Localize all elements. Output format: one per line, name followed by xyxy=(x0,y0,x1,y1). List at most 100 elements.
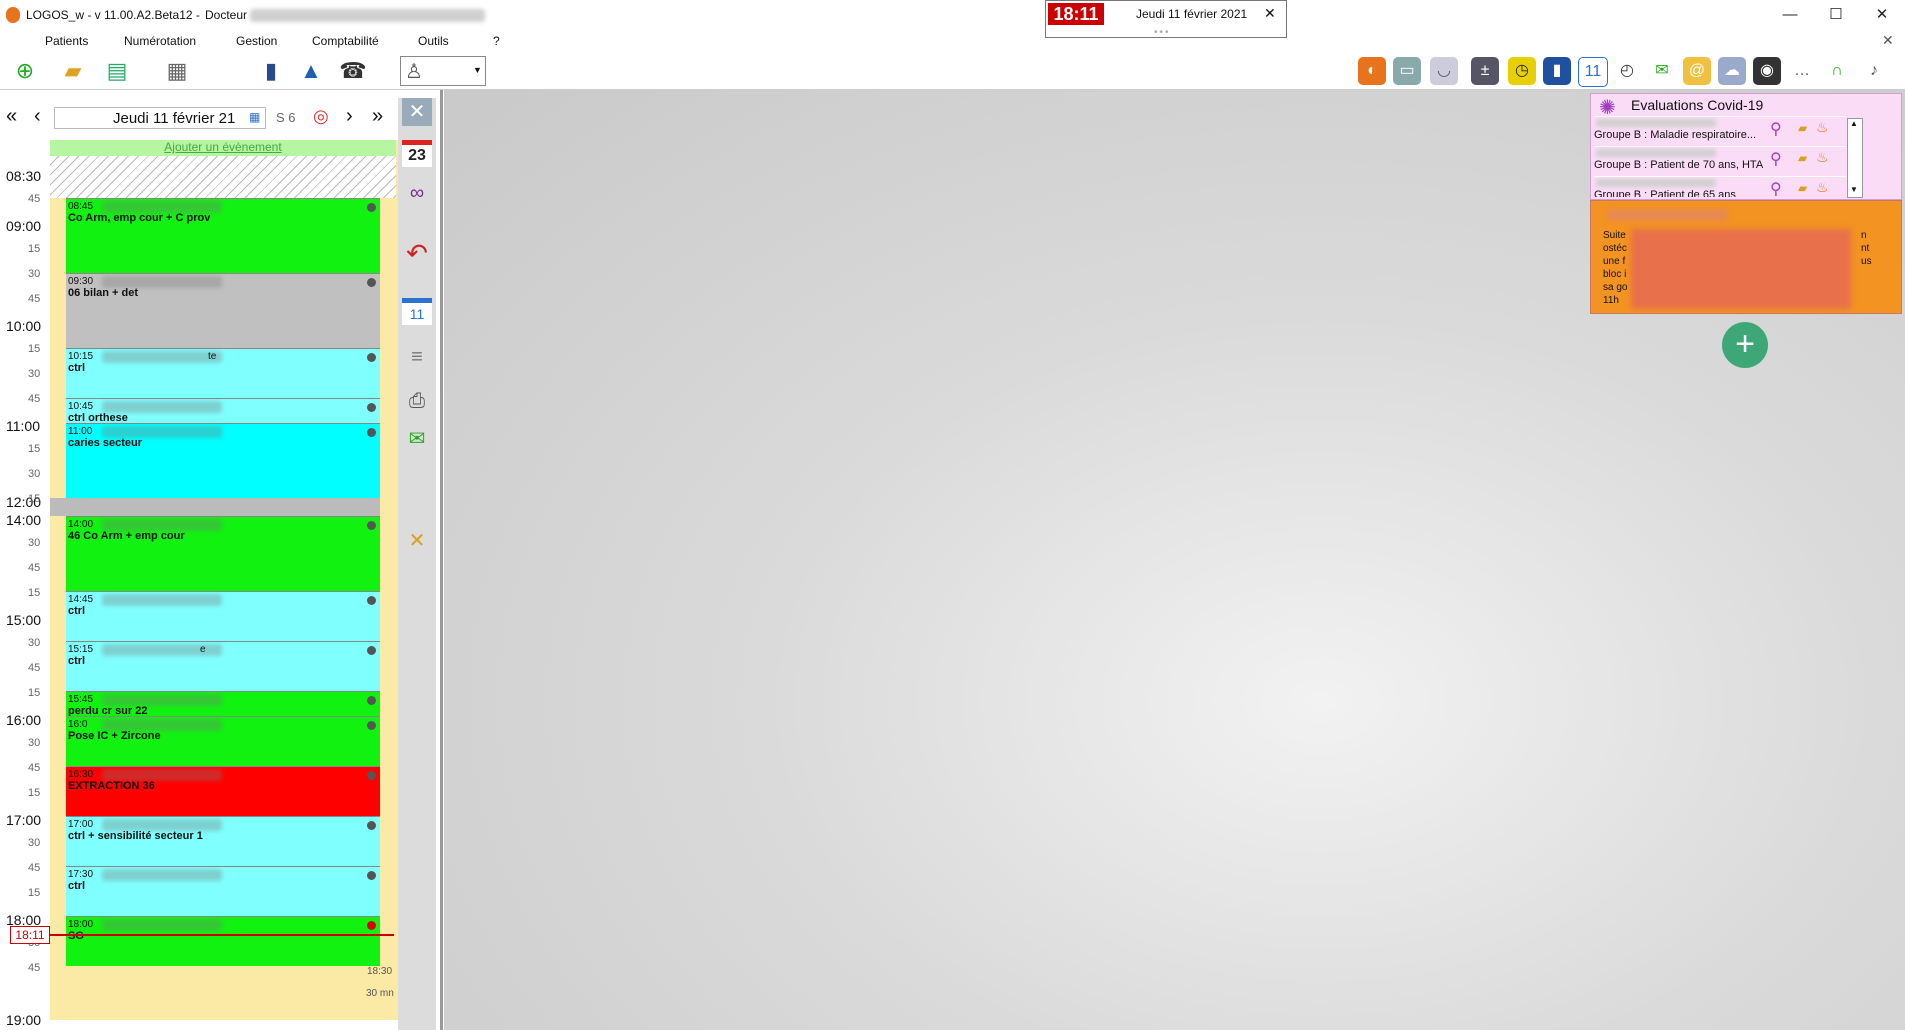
appointment-block[interactable]: 14:00 46 Co Arm + emp cour xyxy=(66,516,380,591)
date-picker-icon[interactable]: ▦ xyxy=(249,110,260,124)
quarter-label: 45 xyxy=(28,762,41,774)
appointment-block[interactable]: 10:45 ctrl orthese xyxy=(66,398,380,424)
scanner-icon[interactable]: ▭ xyxy=(1393,57,1421,85)
covid-row[interactable]: Groupe B : Patient de 65 ans ⚲ ▰ ♨ xyxy=(1594,176,1846,197)
folder-icon[interactable]: ▰ xyxy=(1798,121,1807,135)
calculator-icon[interactable]: ± xyxy=(1471,57,1499,85)
appointment-block[interactable]: 18:00 SG xyxy=(66,916,380,966)
status-dot-icon[interactable] xyxy=(367,821,376,830)
mask-icon[interactable]: ∞ xyxy=(402,178,432,208)
appointment-block[interactable]: 16:30 EXTRACTION 36 xyxy=(66,766,380,816)
appointment-block[interactable]: 17:00 ctrl + sensibilité secteur 1 xyxy=(66,816,380,866)
menu-outils[interactable]: Outils xyxy=(418,34,449,48)
chat-icon[interactable]: … xyxy=(1788,57,1816,85)
menu-gestion[interactable]: Gestion xyxy=(236,34,277,48)
xray-icon[interactable]: ◉ xyxy=(1753,57,1781,85)
covid-scrollbar[interactable]: ▲ ▼ xyxy=(1847,118,1863,198)
document-list-icon[interactable]: ▦ xyxy=(162,56,192,86)
menu-patients[interactable]: Patients xyxy=(45,34,88,48)
appointment-block[interactable]: 10:15 ctrl te xyxy=(66,348,380,398)
sms-icon[interactable]: ✉ xyxy=(1648,57,1676,85)
appointment-block[interactable]: 15:15 ctrl e xyxy=(66,641,380,691)
status-dot-icon[interactable] xyxy=(367,721,376,730)
status-dot-icon[interactable] xyxy=(367,278,376,287)
menu-numerotation[interactable]: Numérotation xyxy=(124,34,196,48)
status-dot-icon[interactable] xyxy=(367,203,376,212)
headset-icon[interactable]: ∩ xyxy=(1823,57,1851,85)
magnifier-icon[interactable]: ⚲ xyxy=(1770,179,1782,197)
appointment-label: EXTRACTION 36 xyxy=(68,780,155,792)
add-event-link[interactable]: Ajouter un évènement xyxy=(50,140,396,156)
folder-icon[interactable]: ▰ xyxy=(1798,181,1807,195)
tooth-icon[interactable]: ◐ xyxy=(1358,57,1386,85)
next-week-icon[interactable]: » xyxy=(372,105,383,128)
status-dot-icon[interactable] xyxy=(367,696,376,705)
minimize-button[interactable]: — xyxy=(1767,0,1813,30)
close-agenda-icon[interactable]: ✕ xyxy=(402,98,432,126)
status-dot-icon[interactable] xyxy=(367,596,376,605)
calendar-red-icon[interactable]: 23 xyxy=(402,140,432,167)
flame-icon[interactable]: ♨ xyxy=(1816,149,1829,166)
graduation-cap-icon[interactable]: ▲ xyxy=(296,56,326,86)
prev-day-icon[interactable]: ‹ xyxy=(34,105,41,128)
status-dot-icon[interactable] xyxy=(367,921,376,930)
calendar-blue-icon[interactable]: 11 xyxy=(402,298,432,325)
status-dot-icon[interactable] xyxy=(367,646,376,655)
status-dot-icon[interactable] xyxy=(367,521,376,530)
cloud-icon[interactable]: ☁ xyxy=(1718,57,1746,85)
settings-tools-icon[interactable]: ✕ xyxy=(1264,5,1276,22)
status-dot-icon[interactable] xyxy=(367,403,376,412)
phone-icon[interactable]: ☎ xyxy=(338,56,368,86)
menu-help[interactable]: ? xyxy=(493,34,500,48)
covid-row[interactable]: Groupe B : Maladie respiratoire... ⚲ ▰ ♨ xyxy=(1594,116,1846,143)
denture-icon[interactable]: ◡ xyxy=(1430,57,1458,85)
user-selector[interactable]: ♙ ▼ xyxy=(400,56,486,86)
status-dot-icon[interactable] xyxy=(367,871,376,880)
add-memo-button[interactable]: + xyxy=(1722,322,1768,368)
tools-hammer-icon[interactable]: ✕ xyxy=(402,526,432,556)
appointment-block[interactable]: 16:0 Pose IC + Zircone xyxy=(66,716,380,766)
folder-icon[interactable]: ▰ xyxy=(1798,151,1807,165)
printer-icon[interactable]: ⎙ xyxy=(402,386,432,416)
list-document-icon[interactable]: ≡ xyxy=(402,342,432,372)
magnifier-icon[interactable]: ⚲ xyxy=(1770,119,1782,139)
scroll-up-icon[interactable]: ▲ xyxy=(1850,119,1858,128)
address-book-icon[interactable]: ▮ xyxy=(1543,57,1571,85)
flame-icon[interactable]: ♨ xyxy=(1816,179,1829,196)
memo-note[interactable]: Suite ostéc une f bloc i sa go 11h n nt … xyxy=(1590,200,1902,314)
flame-icon[interactable]: ♨ xyxy=(1816,119,1829,136)
appointment-block[interactable]: 14:45 ctrl xyxy=(66,591,380,641)
stopwatch-icon[interactable]: ◴ xyxy=(1613,57,1641,85)
status-dot-icon[interactable] xyxy=(367,353,376,362)
appointment-block[interactable]: 08:45 Co Arm, emp cour + C prov xyxy=(66,198,380,273)
next-day-icon[interactable]: › xyxy=(346,105,353,128)
date-field[interactable]: Jeudi 11 février 21 ▦ xyxy=(54,107,266,129)
memo-title-redacted xyxy=(1607,209,1727,221)
email-icon[interactable]: @ xyxy=(1683,57,1711,85)
add-patient-icon[interactable]: ⊕ xyxy=(10,56,40,86)
tools-mini-icon[interactable]: ✕ xyxy=(1882,32,1894,49)
appointment-block[interactable]: 09:30 06 bilan + det xyxy=(66,273,380,348)
status-dot-icon[interactable] xyxy=(367,771,376,780)
scroll-down-icon[interactable]: ▼ xyxy=(1850,185,1858,194)
magnifier-icon[interactable]: ⚲ xyxy=(1770,149,1782,169)
appointment-block[interactable]: 11:00 caries secteur xyxy=(66,423,380,498)
appointment-block[interactable]: 15:45 perdu cr sur 22 xyxy=(66,691,380,717)
card-reader-icon[interactable]: ▤ xyxy=(102,56,132,86)
calendar-icon[interactable]: 11 xyxy=(1578,57,1608,87)
maximize-button[interactable]: ☐ xyxy=(1813,0,1859,30)
covid-row-label: Groupe B : Maladie respiratoire... xyxy=(1594,129,1757,141)
close-button[interactable]: ✕ xyxy=(1859,0,1905,30)
clock-icon[interactable]: ◷ xyxy=(1508,57,1536,85)
covid-row[interactable]: Groupe B : Patient de 70 ans, HTA ⚲ ▰ ♨ xyxy=(1594,146,1846,173)
status-dot-icon[interactable] xyxy=(367,428,376,437)
sms-bubble-icon[interactable]: ✉ xyxy=(402,424,432,454)
prev-week-icon[interactable]: « xyxy=(6,105,17,128)
menu-comptabilite[interactable]: Comptabilité xyxy=(312,34,379,48)
target-today-icon[interactable]: ◎ xyxy=(313,106,329,127)
book-icon[interactable]: ▮ xyxy=(256,56,286,86)
appointment-block[interactable]: 17:30 ctrl xyxy=(66,866,380,916)
undo-arrow-icon[interactable]: ↶ xyxy=(402,238,432,268)
open-folder-icon[interactable]: ▰ xyxy=(58,56,88,86)
bell-icon[interactable]: ♪ xyxy=(1860,57,1888,85)
